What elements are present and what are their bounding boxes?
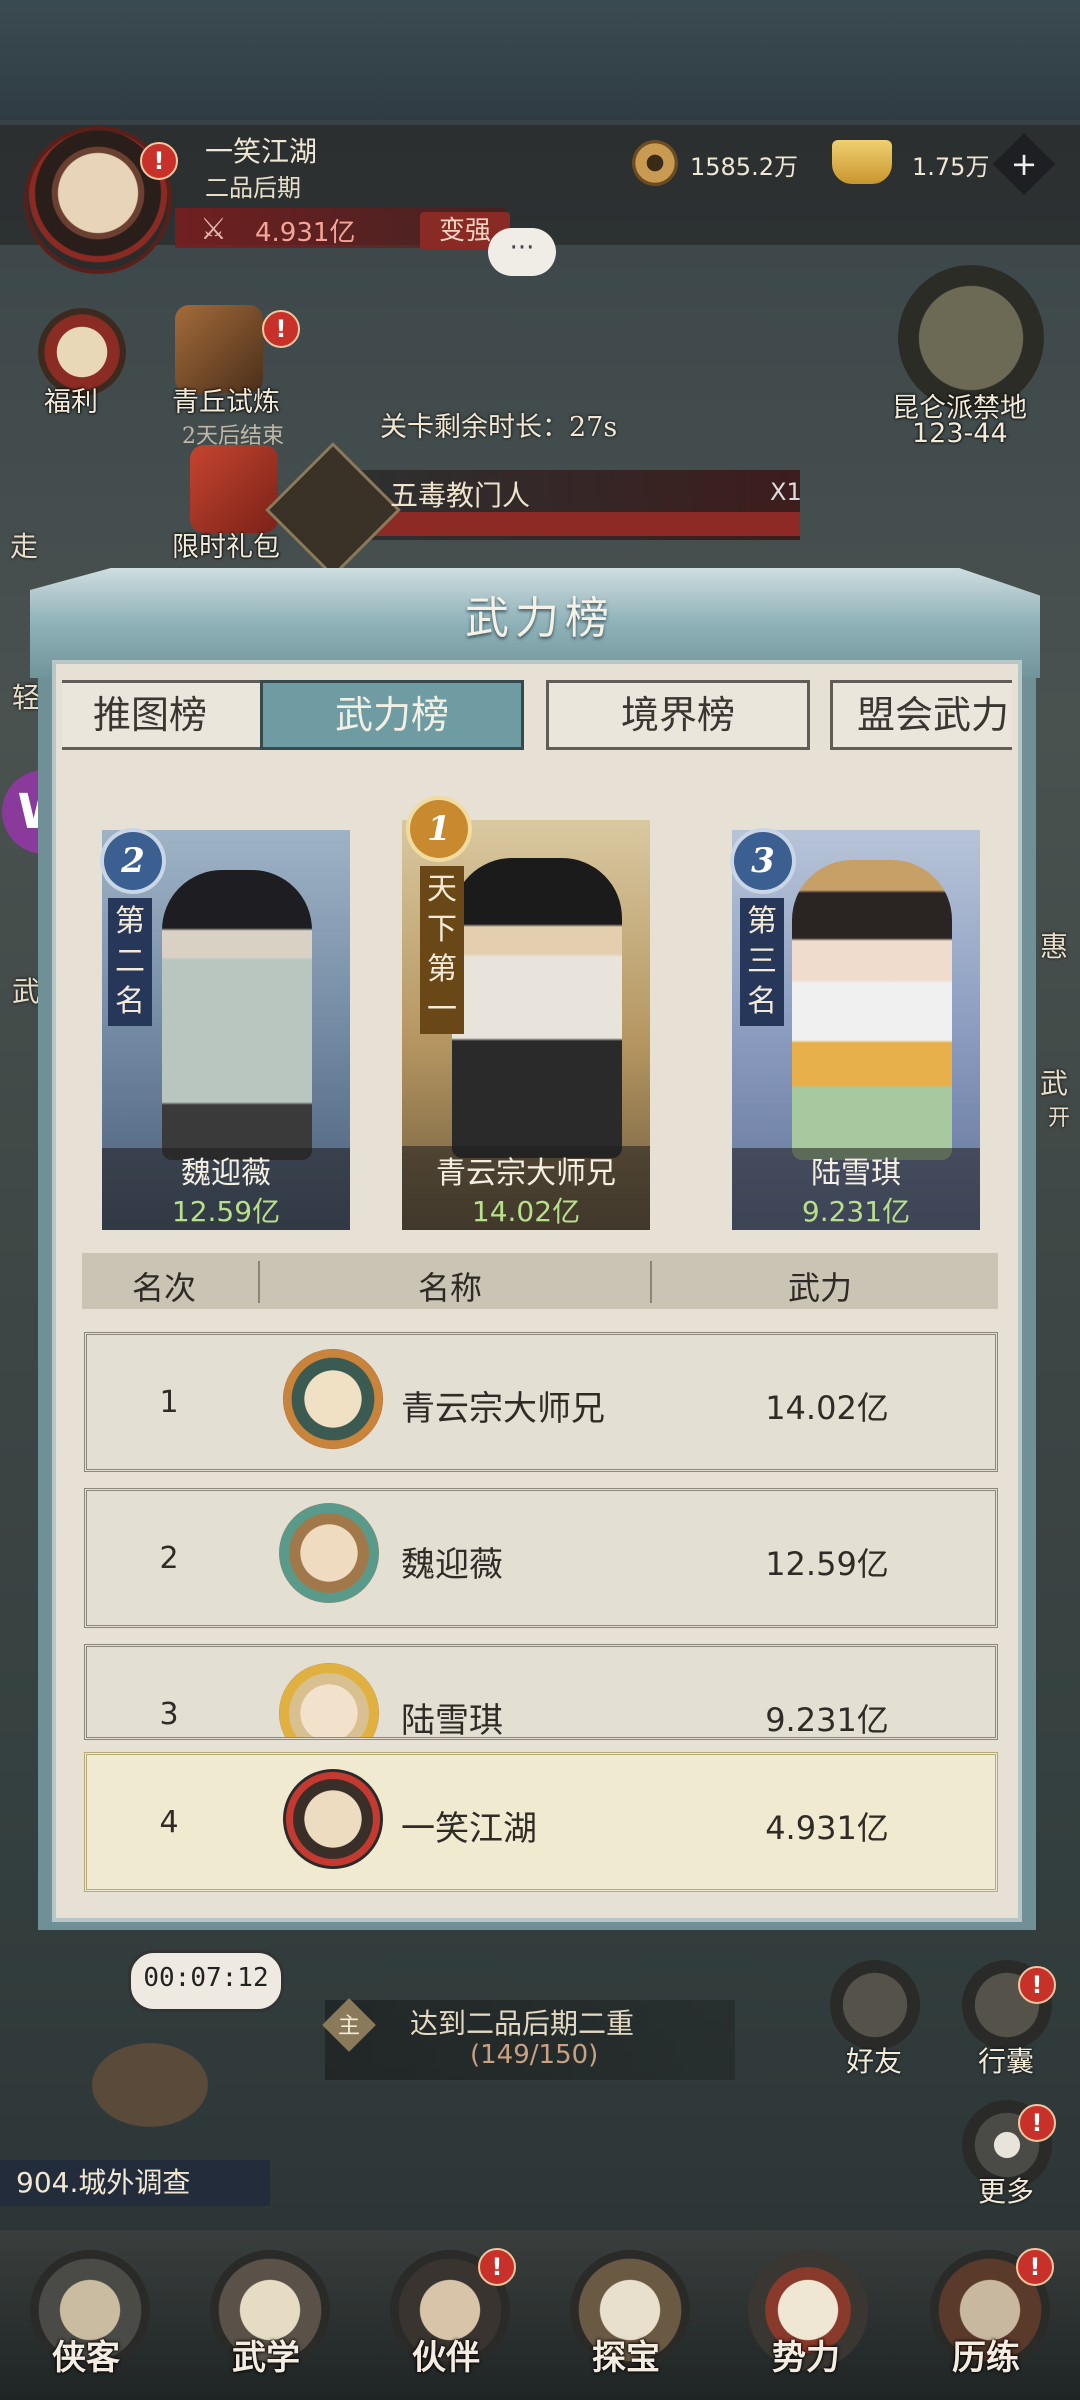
col-divider (650, 1261, 652, 1303)
col-divider (258, 1261, 260, 1303)
player-rank: 二品后期 (205, 174, 301, 202)
tab-alliance-power-ranking[interactable]: 盟会武力 (830, 680, 1012, 750)
partial-right-wu-label: 武 (1040, 1067, 1069, 1100)
nav-treasure[interactable]: 探宝 (592, 2330, 660, 2379)
row-power: 4.931亿 (765, 1809, 889, 1847)
character-portrait (162, 870, 312, 1160)
third-place-name: 陆雪琪 (811, 1156, 901, 1191)
character-portrait (792, 860, 952, 1160)
scene-sky (0, 0, 1080, 120)
avatar-alert-badge: ! (140, 142, 178, 180)
row-power: 12.59亿 (765, 1545, 889, 1583)
ingot-amount: 1.75万 (912, 153, 990, 181)
partial-kai-label: 开 (1048, 1106, 1071, 1131)
second-place-tag: 第二名 (108, 898, 152, 1026)
nav-companions[interactable]: 伙伴 (412, 2330, 480, 2379)
more-alert-badge: ! (1018, 2104, 1056, 2142)
row-name: 陆雪琪 (401, 1701, 503, 1740)
tab-realm-ranking[interactable]: 境界榜 (546, 680, 810, 750)
partial-light-label: 轻 (12, 681, 41, 714)
investigate-stage[interactable]: 904.城外调查 (0, 2160, 270, 2206)
second-place-name: 魏迎薇 (181, 1156, 271, 1191)
nav-training[interactable]: 历练 (952, 2330, 1020, 2379)
row-name: 青云宗大师兄 (401, 1389, 605, 1429)
first-place-power: 14.02亿 (471, 1195, 581, 1228)
bag-alert-badge: ! (1018, 1966, 1056, 2004)
gift-label: 限时礼包 (172, 532, 280, 563)
kunlun-stage: 123-44 (912, 418, 1008, 449)
nav-factions[interactable]: 势力 (772, 2330, 840, 2379)
gift-chest-icon[interactable] (190, 445, 278, 533)
bottom-nav (0, 2230, 1080, 2400)
second-place-power: 12.59亿 (171, 1195, 281, 1228)
row-power: 9.231亿 (765, 1701, 889, 1739)
tab-progress-ranking[interactable]: 推图榜 (62, 680, 282, 750)
col-rank-header: 名次 (132, 1269, 197, 1307)
player-power: 4.931亿 (255, 218, 356, 248)
ranking-table-header: 名次 名称 武力 (82, 1253, 998, 1309)
afk-timer: 00:07:12 (128, 1950, 284, 2012)
modal-title: 武力榜 (465, 593, 615, 644)
row-rank: 2 (159, 1541, 179, 1576)
table-row[interactable]: 2 魏迎薇 12.59亿 (84, 1488, 998, 1628)
table-row[interactable]: 3 陆雪琪 9.231亿 (84, 1644, 998, 1740)
training-alert-badge: ! (1016, 2248, 1054, 2286)
first-place-name: 青云宗大师兄 (436, 1156, 616, 1191)
rank-badge-2: 2 (104, 832, 162, 890)
row-name: 一笑江湖 (401, 1809, 537, 1849)
tab-power-ranking[interactable]: 武力榜 (260, 680, 524, 750)
row-rank: 1 (159, 1385, 179, 1420)
third-place-tag: 第三名 (740, 898, 784, 1026)
partial-left-label: 走 (10, 530, 39, 563)
plus-icon: + (1010, 145, 1038, 183)
partial-wu-label: 武 (12, 975, 41, 1008)
gold-ingot-icon (832, 140, 892, 184)
stage-timer: 关卡剩余时长：27s (380, 412, 618, 443)
boss-multiplier: X1 (770, 478, 802, 506)
welfare-label: 福利 (44, 387, 98, 418)
row-name: 魏迎薇 (401, 1545, 503, 1585)
ranking-tabs: 推图榜 武力榜 境界榜 盟会武力 (62, 672, 1012, 760)
coin-amount: 1585.2万 (690, 153, 798, 181)
boss-name: 五毒教门人 (390, 479, 531, 512)
crossed-swords-icon: ⚔ (200, 212, 227, 247)
quest-text: 达到二品后期二重 (410, 2007, 635, 2040)
first-place-tag: 天下第一 (420, 866, 464, 1034)
nav-heroes[interactable]: 侠客 (52, 2330, 120, 2379)
cart-character-sprite[interactable] (60, 2020, 240, 2150)
rank-badge-3: 3 (734, 832, 792, 890)
boss-hp-fill (330, 512, 800, 536)
chat-button[interactable]: ··· (488, 228, 556, 276)
col-name-header: 名称 (418, 1269, 483, 1307)
bag-label: 行囊 (978, 2045, 1035, 2078)
boss-portrait (265, 442, 401, 578)
row-rank: 3 (159, 1697, 179, 1732)
player-avatar-icon (283, 1349, 383, 1449)
friends-label: 好友 (846, 2045, 903, 2078)
quest-badge-label: 主 (337, 2014, 360, 2039)
my-rank-row[interactable]: 4 一笑江湖 4.931亿 (84, 1752, 998, 1892)
row-rank: 4 (159, 1805, 179, 1840)
quest-progress: (149/150) (470, 2040, 599, 2070)
more-label: 更多 (978, 2175, 1035, 2208)
player-avatar-icon (279, 1663, 379, 1737)
player-avatar-icon (279, 1503, 379, 1603)
col-power-header: 武力 (788, 1269, 853, 1307)
friends-icon[interactable] (830, 1960, 920, 2050)
third-place-power: 9.231亿 (801, 1195, 911, 1228)
trial-alert-badge: ! (262, 310, 300, 348)
add-currency-button[interactable]: + (992, 132, 1056, 196)
character-portrait (452, 858, 622, 1158)
trial-label: 青丘试炼 (172, 387, 280, 418)
player-avatar-icon (283, 1769, 383, 1869)
player-name: 一笑江湖 (205, 135, 318, 168)
table-row[interactable]: 1 青云宗大师兄 14.02亿 (84, 1332, 998, 1472)
row-power: 14.02亿 (765, 1389, 889, 1427)
nav-martial-arts[interactable]: 武学 (232, 2330, 300, 2379)
companion-alert-badge: ! (478, 2248, 516, 2286)
partial-hui-label: 惠 (1040, 930, 1069, 963)
rank-badge-1: 1 (410, 800, 468, 858)
copper-coin-icon (632, 140, 678, 186)
